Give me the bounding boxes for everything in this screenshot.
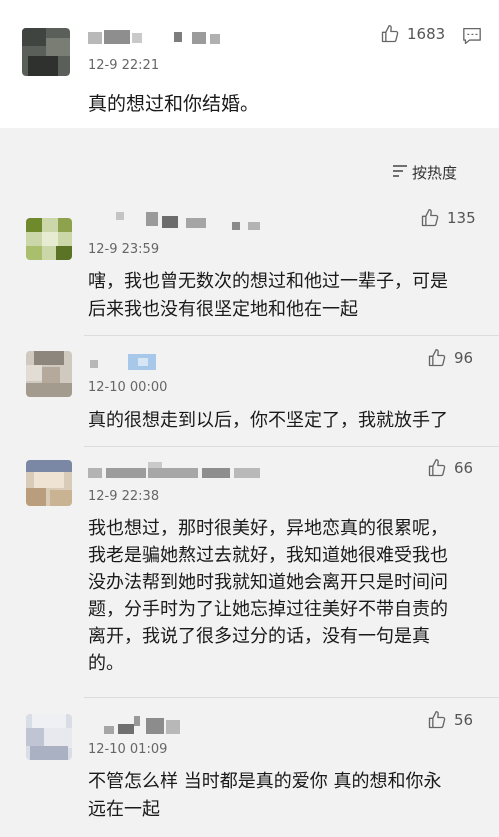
like-button[interactable]: 1683 <box>380 24 445 44</box>
divider <box>84 697 499 698</box>
post-content: 真的想过和你结婚。 <box>88 93 260 115</box>
comment-line: 我老是骗她熬过去就好，我知道她很难受我也 <box>88 545 448 566</box>
comment-line: 我也想过，那时很美好，异地恋真的很累呢， <box>88 518 448 539</box>
comment-line: 题，分手时为了让她忘掉过往美好不带自责的 <box>88 599 448 620</box>
sort-button[interactable]: 按热度 <box>392 162 457 183</box>
comment-button[interactable] <box>462 27 482 49</box>
avatar[interactable] <box>22 28 70 76</box>
comment-time: 12-9 23:59 <box>88 242 160 257</box>
comment-time: 12-10 01:09 <box>88 742 168 757</box>
comment-line: 的。 <box>88 653 124 674</box>
main-post: 12-9 22:21 真的想过和你结婚。 1683 <box>0 0 499 128</box>
like-count: 56 <box>454 711 474 729</box>
like-button[interactable]: 66 <box>427 458 473 478</box>
comment-content: 真的很想走到以后，你不坚定了，我就放手了 <box>88 407 448 435</box>
comment-line: 真的很想走到以后，你不坚定了，我就放手了 <box>88 410 448 431</box>
divider <box>84 446 499 447</box>
comment-line: 离开，我说了很多过分的话，没有一句是真 <box>88 626 430 647</box>
comment-icon <box>462 27 482 49</box>
thumbs-up-icon <box>380 24 400 44</box>
comment-line: 后来我也没有很坚定地和他在一起 <box>88 299 358 320</box>
username-blurred[interactable] <box>104 714 204 738</box>
comment-line: 没办法帮到她时我就知道她会离开只是时间问 <box>88 572 448 593</box>
username-blurred[interactable] <box>88 462 268 482</box>
username-blurred[interactable] <box>88 30 238 46</box>
like-count: 1683 <box>407 25 446 43</box>
thumbs-up-icon <box>420 208 440 228</box>
avatar[interactable] <box>26 714 72 760</box>
username-blurred[interactable] <box>88 352 178 372</box>
thumbs-up-icon <box>427 458 447 478</box>
like-count: 66 <box>454 459 474 477</box>
comment-content: 我也想过，那时很美好，异地恋真的很累呢， 我老是骗她熬过去就好，我知道她很难受我… <box>88 515 448 677</box>
thumbs-up-icon <box>427 348 447 368</box>
comment-content: 嗐，我也曾无数次的想过和他过一辈子，可是 后来我也没有很坚定地和他在一起 <box>88 268 448 324</box>
avatar[interactable] <box>26 218 72 260</box>
comment-line: 远在一起 <box>88 799 160 820</box>
username-blurred[interactable] <box>116 210 266 232</box>
comment-time: 12-9 22:38 <box>88 489 160 504</box>
comment-line: 嗐，我也曾无数次的想过和他过一辈子，可是 <box>88 271 448 292</box>
like-button[interactable]: 96 <box>427 348 473 368</box>
divider <box>84 335 499 336</box>
like-button[interactable]: 135 <box>420 208 476 228</box>
avatar[interactable] <box>26 460 72 506</box>
post-time: 12-9 22:21 <box>88 58 160 73</box>
like-count: 135 <box>447 209 476 227</box>
like-count: 96 <box>454 349 474 367</box>
comment-line: 不管怎么样 当时都是真的爱你 真的想和你永 <box>88 771 442 792</box>
avatar[interactable] <box>26 351 72 397</box>
thumbs-up-icon <box>427 710 447 730</box>
comment-time: 12-10 00:00 <box>88 380 168 395</box>
sort-label: 按热度 <box>411 164 457 182</box>
comment-content: 不管怎么样 当时都是真的爱你 真的想和你永 远在一起 <box>88 768 441 824</box>
sort-icon <box>392 164 408 182</box>
like-button[interactable]: 56 <box>427 710 473 730</box>
